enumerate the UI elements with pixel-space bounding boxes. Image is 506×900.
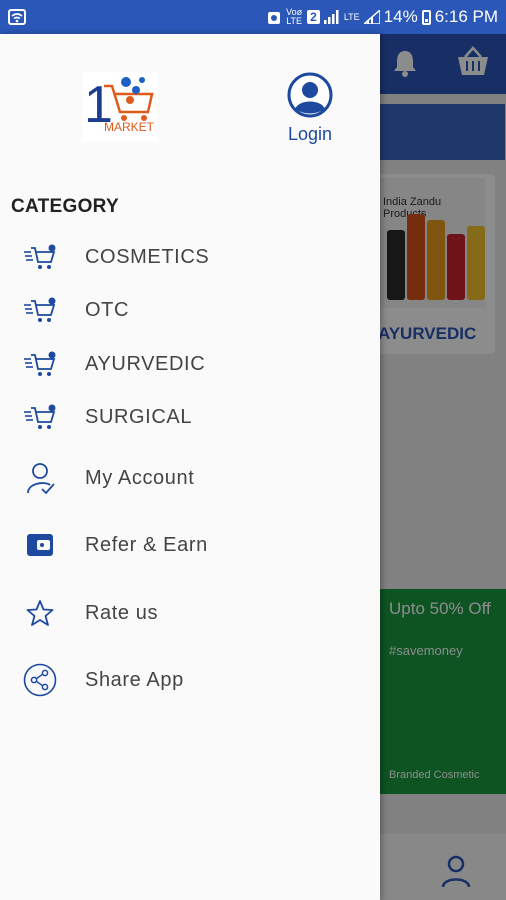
sim-badge: 2 [307,10,320,24]
user-check-icon [22,460,58,496]
menu-item-refer-earn[interactable]: Refer & Earn [0,521,380,569]
category-label: COSMETICS [85,245,210,268]
app-logo: 1 MARKET [82,72,158,142]
signal-icon [323,10,339,24]
login-label: Login [287,124,333,144]
wallet-icon [22,527,58,563]
login-button[interactable]: Login [282,72,338,145]
menu-item-share-app[interactable]: Share App [0,656,380,704]
navigation-drawer: 1 MARKET Login CATEGORY COSMETICS OTC AY… [0,34,380,900]
cart-icon [22,399,58,435]
lte-badge: LTE [343,12,360,22]
avatar-icon [287,72,333,118]
cart-icon [22,292,58,328]
category-label: SURGICAL [85,405,193,428]
menu-item-my-account[interactable]: My Account [0,454,380,502]
battery-percent: 14% [383,7,418,26]
logo-wordmark: MARKET [104,120,155,134]
signal-icon-2 [363,10,380,24]
menu-label: Share App [85,668,184,691]
category-item-ayurvedic[interactable]: AYURVEDIC [0,340,380,388]
wifi-hotspot-icon [8,9,26,25]
status-bar: Voø LTE 2 LTE 14% 6:16 PM [0,0,506,34]
status-right: Voø LTE 2 LTE 14% 6:16 PM [267,7,498,27]
category-item-cosmetics[interactable]: COSMETICS [0,233,380,281]
menu-item-rate-us[interactable]: Rate us [0,589,380,637]
category-label: AYURVEDIC [85,352,206,375]
cart-icon [22,239,58,275]
category-item-surgical[interactable]: SURGICAL [0,393,380,441]
status-left [8,9,26,25]
share-icon [22,662,58,698]
category-heading: CATEGORY [11,196,119,217]
volte-badge: Voø LTE [286,7,303,26]
menu-label: My Account [85,466,195,489]
menu-label: Rate us [85,601,159,624]
star-icon [22,595,58,631]
menu-label: Refer & Earn [85,533,208,556]
clock: 6:16 PM [434,7,498,26]
alarm-icon [268,12,281,24]
category-item-otc[interactable]: OTC [0,286,380,334]
cart-icon [22,346,58,382]
category-label: OTC [85,298,130,321]
battery-icon [421,9,431,25]
